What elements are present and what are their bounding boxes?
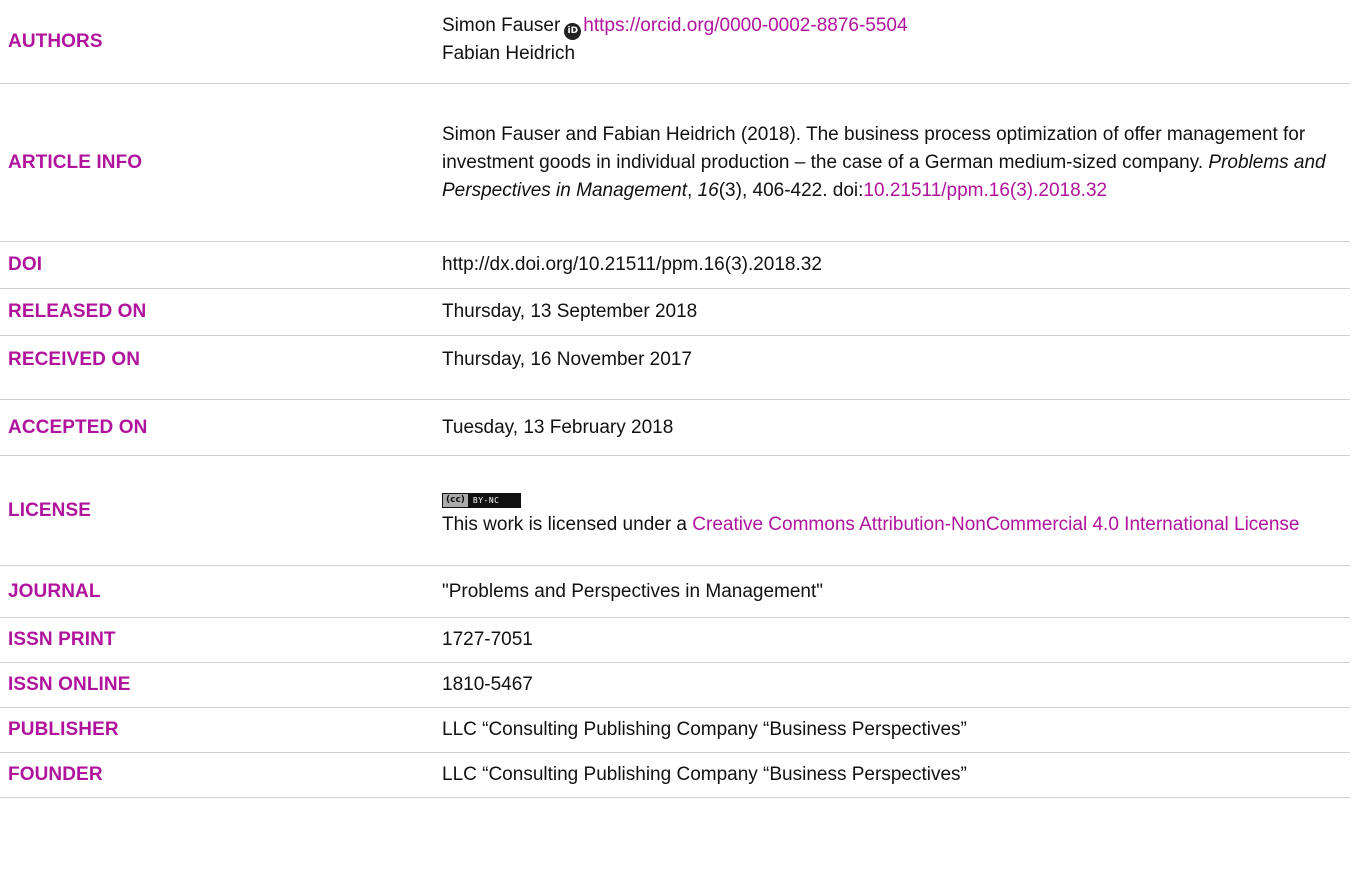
released-on-row: RELEASED ON Thursday, 13 September 2018 (0, 289, 1350, 336)
founder-value: LLC “Consulting Publishing Company “Busi… (442, 764, 967, 785)
released-on-value: Thursday, 13 September 2018 (442, 301, 698, 322)
cc-by-nc-badge[interactable]: (cc) BY-NC (442, 492, 521, 508)
accepted-on-value: Tuesday, 13 February 2018 (442, 416, 674, 438)
article-metadata-table: AUTHORS Simon Fauser iD https://orcid.org/… (0, 0, 1350, 798)
article-info-citation: Simon Fauser and Fabian Heidrich (2018).… (442, 121, 1350, 205)
article-info-row: ARTICLE INFO Simon Fauser and Fabian Hei… (0, 84, 1350, 242)
doi-label: DOI (8, 254, 43, 275)
license-row: LICENSE (cc) BY-NC This work is licensed … (0, 456, 1350, 566)
author-name: Simon Fauser (442, 14, 561, 36)
license-value: (cc) BY-NC This work is licensed under a … (442, 483, 1350, 539)
orcid-link[interactable]: https://orcid.org/0000-0002-8876-5504 (583, 15, 907, 36)
cc-terms: BY-NC (472, 495, 500, 505)
orcid-icon[interactable]: iD (564, 22, 582, 40)
license-prefix: This work is licensed under a (442, 513, 693, 535)
author-name: Fabian Heidrich (442, 42, 576, 64)
received-on-row: RECEIVED ON Thursday, 16 November 2017 (0, 336, 1350, 400)
journal-label: JOURNAL (8, 580, 101, 602)
author-entry: Fabian Heidrich (442, 40, 1350, 68)
doi-value: http://dx.doi.org/10.21511/ppm.16(3).201… (442, 254, 822, 275)
authors-row: AUTHORS Simon Fauser iD https://orcid.org/… (0, 0, 1350, 84)
issn-online-label: ISSN ONLINE (8, 674, 131, 695)
article-info-label: ARTICLE INFO (8, 151, 143, 173)
doi-row: DOI http://dx.doi.org/10.21511/ppm.16(3)… (0, 242, 1350, 289)
citation-issue-pages: (3), 406-422. doi: (718, 179, 864, 201)
license-text: This work is licensed under a Creative C… (442, 511, 1350, 539)
issn-online-value: 1810-5467 (442, 674, 533, 695)
received-on-value: Thursday, 16 November 2017 (442, 348, 692, 370)
citation-doi-link[interactable]: 10.21511/ppm.16(3).2018.32 (863, 180, 1107, 201)
author-entry: Simon Fauser iD https://orcid.org/0000-000… (442, 12, 1350, 40)
publisher-label: PUBLISHER (8, 719, 119, 740)
authors-label: AUTHORS (8, 30, 103, 52)
citation-volume: 16 (697, 179, 719, 201)
authors-value: Simon Fauser iD https://orcid.org/0000-000… (442, 12, 1350, 68)
released-on-label: RELEASED ON (8, 301, 147, 322)
license-label: LICENSE (8, 499, 92, 521)
issn-print-row: ISSN PRINT 1727-7051 (0, 618, 1350, 663)
issn-online-row: ISSN ONLINE 1810-5467 (0, 663, 1350, 708)
journal-value: "Problems and Perspectives in Management… (442, 580, 824, 602)
accepted-on-row: ACCEPTED ON Tuesday, 13 February 2018 (0, 400, 1350, 456)
publisher-value: LLC “Consulting Publishing Company “Busi… (442, 719, 967, 740)
citation-text: Simon Fauser and Fabian Heidrich (2018).… (442, 123, 1306, 173)
citation-comma: , (687, 179, 698, 201)
issn-print-label: ISSN PRINT (8, 629, 116, 650)
publisher-row: PUBLISHER LLC “Consulting Publishing Com… (0, 708, 1350, 753)
founder-row: FOUNDER LLC “Consulting Publishing Compa… (0, 753, 1350, 798)
journal-row: JOURNAL "Problems and Perspectives in Ma… (0, 566, 1350, 618)
license-link[interactable]: Creative Commons Attribution-NonCommerci… (692, 514, 1299, 535)
issn-print-value: 1727-7051 (442, 629, 533, 650)
accepted-on-label: ACCEPTED ON (8, 416, 148, 438)
received-on-label: RECEIVED ON (8, 348, 141, 370)
cc-icon: (cc) (443, 493, 468, 507)
founder-label: FOUNDER (8, 764, 103, 785)
